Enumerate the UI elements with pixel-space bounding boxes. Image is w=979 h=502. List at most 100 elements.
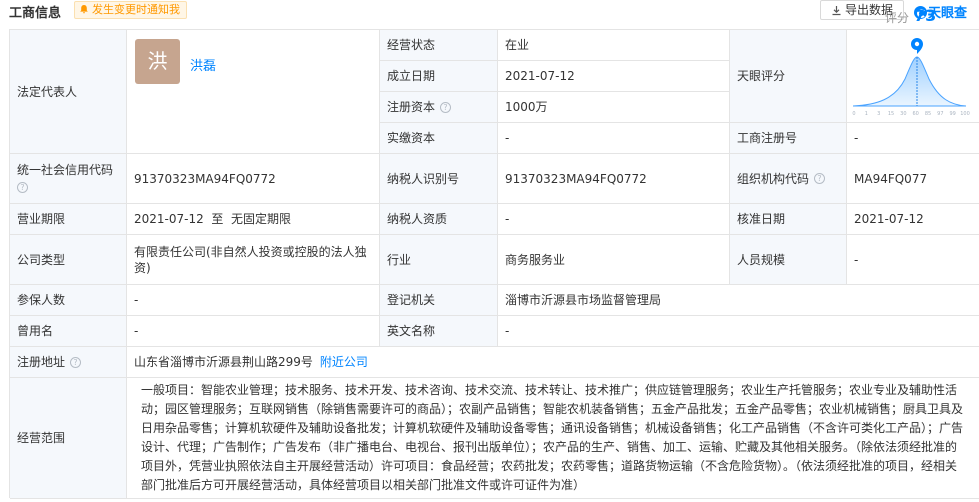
- nearby-companies-link[interactable]: 附近公司: [320, 354, 368, 370]
- help-icon[interactable]: ?: [440, 101, 452, 113]
- paid-capital-value: -: [505, 131, 510, 145]
- approve-date-label: 核准日期: [737, 212, 786, 226]
- help-icon[interactable]: ?: [70, 356, 82, 368]
- org-code-label-cell: 组织机构代码?: [730, 154, 847, 204]
- org-code-label: 组织机构代码: [737, 171, 810, 186]
- score-axis-tick: 100: [960, 111, 970, 117]
- org-code-value-cell: MA94FQ077: [847, 154, 979, 204]
- authority-value-cell: 淄博市沂源县市场监督管理局: [498, 285, 979, 316]
- authority-value: 淄博市沂源县市场监督管理局: [505, 293, 662, 307]
- staff-size-value: -: [854, 252, 859, 267]
- english-name-value: -: [505, 324, 510, 338]
- score-axis-tick: 15: [888, 111, 894, 117]
- section-header: 工商信息 发生变更时通知我 导出数据 天眼查: [0, 0, 979, 22]
- score-marker-icon: [911, 38, 923, 54]
- taxpayer-qual-label: 纳税人资质: [387, 212, 448, 226]
- former-name-value-cell: -: [127, 316, 380, 347]
- former-name-label-cell: 曾用名: [10, 316, 127, 347]
- paid-capital-label: 实缴资本: [387, 131, 436, 145]
- score-label: 评分: [885, 11, 910, 25]
- score-axis-tick: 1: [865, 111, 868, 117]
- score-axis-tick: 30: [900, 111, 906, 117]
- approve-date-value: 2021-07-12: [854, 212, 924, 226]
- avatar[interactable]: 洪: [135, 39, 180, 84]
- paid-capital-label-cell: 实缴资本: [380, 123, 498, 154]
- insured-label: 参保人数: [17, 293, 66, 307]
- org-code-value: MA94FQ077: [854, 171, 928, 186]
- former-name-value: -: [134, 324, 139, 338]
- taxpayer-qual-value: -: [505, 212, 510, 226]
- help-icon[interactable]: ?: [17, 182, 28, 193]
- insured-label-cell: 参保人数: [10, 285, 127, 316]
- staff-size-label: 人员规模: [737, 252, 786, 267]
- company-type-label: 公司类型: [17, 252, 66, 267]
- term-label: 营业期限: [17, 212, 66, 226]
- download-icon: [832, 6, 841, 16]
- biz-reg-no-label: 工商注册号: [737, 131, 798, 145]
- tianyan-score-label: 天眼评分: [737, 69, 786, 83]
- score-axis-tick: 97: [937, 111, 943, 117]
- help-icon[interactable]: ?: [814, 173, 826, 184]
- credit-code-value: 91370323MA94FQ0772: [134, 171, 276, 186]
- business-info-table: 法定代表人 洪 洪磊 经营状态 在业 天眼评分 成立日期 2021-07-12 …: [9, 29, 979, 499]
- business-scope-value-cell: 一般项目：智能农业管理；技术服务、技术开发、技术咨询、技术交流、技术转让、技术推…: [127, 378, 979, 499]
- company-type-label-cell: 公司类型: [10, 235, 127, 285]
- bell-icon: [80, 5, 88, 14]
- credit-code-label-cell: 统一社会信用代码?: [10, 154, 127, 204]
- taxpayer-id-label: 纳税人识别号: [387, 171, 460, 186]
- found-date-value: 2021-07-12: [505, 69, 575, 83]
- address-value-cell: 山东省淄博市沂源县荆山路299号 附近公司: [127, 347, 979, 378]
- address-value: 山东省淄博市沂源县荆山路299号: [134, 355, 313, 369]
- biz-reg-no-value: -: [854, 131, 859, 145]
- notify-label: 发生变更时通知我: [92, 3, 180, 16]
- status-value-cell: 在业: [498, 30, 730, 61]
- credit-code-value-cell: 91370323MA94FQ0772: [127, 154, 380, 204]
- company-type-value-cell: 有限责任公司(非自然人投资或控股的法人独资): [127, 235, 380, 285]
- business-scope-label: 经营范围: [17, 431, 66, 445]
- english-name-value-cell: -: [498, 316, 979, 347]
- insured-value: -: [134, 293, 139, 307]
- section-title: 工商信息: [9, 6, 62, 21]
- biz-reg-no-value-cell: -: [847, 123, 979, 154]
- term-value: 2021-07-12 至 无固定期限: [134, 212, 291, 226]
- legal-rep-label-cell: 法定代表人: [10, 30, 127, 154]
- credit-code-label: 统一社会信用代码: [17, 163, 114, 177]
- industry-label: 行业: [387, 252, 412, 267]
- notify-button[interactable]: 发生变更时通知我: [74, 1, 187, 19]
- tianyan-score-label-cell: 天眼评分: [730, 30, 847, 123]
- found-date-label: 成立日期: [387, 69, 436, 83]
- address-label: 注册地址: [17, 355, 66, 369]
- staff-size-label-cell: 人员规模: [730, 235, 847, 285]
- taxpayer-id-value: 91370323MA94FQ0772: [505, 171, 647, 186]
- english-name-label-cell: 英文名称: [380, 316, 498, 347]
- approve-date-label-cell: 核准日期: [730, 204, 847, 235]
- industry-value: 商务服务业: [505, 252, 566, 267]
- score-distribution-curve[interactable]: 0 1 3 15 30 60 85 97 99 100: [847, 27, 972, 119]
- staff-size-value-cell: -: [847, 235, 979, 285]
- score-axis-tick: 60: [912, 111, 918, 117]
- paid-capital-value-cell: -: [498, 123, 730, 154]
- found-date-label-cell: 成立日期: [380, 61, 498, 92]
- legal-rep-label: 法定代表人: [17, 84, 78, 99]
- authority-label-cell: 登记机关: [380, 285, 498, 316]
- score-value: 73: [914, 6, 937, 25]
- taxpayer-qual-label-cell: 纳税人资质: [380, 204, 498, 235]
- taxpayer-qual-value-cell: -: [498, 204, 730, 235]
- industry-value-cell: 商务服务业: [498, 235, 730, 285]
- status-label-cell: 经营状态: [380, 30, 498, 61]
- term-label-cell: 营业期限: [10, 204, 127, 235]
- industry-label-cell: 行业: [380, 235, 498, 285]
- status-value: 在业: [505, 38, 530, 52]
- legal-rep-name-link[interactable]: 洪磊: [190, 55, 216, 74]
- business-scope-value: 一般项目：智能农业管理；技术服务、技术开发、技术咨询、技术交流、技术转让、技术推…: [141, 383, 964, 492]
- score-axis-tick: 85: [925, 111, 931, 117]
- english-name-label: 英文名称: [387, 324, 436, 338]
- score-axis-tick: 99: [949, 111, 955, 117]
- authority-label: 登记机关: [387, 293, 436, 307]
- insured-value-cell: -: [127, 285, 380, 316]
- business-scope-label-cell: 经营范围: [10, 378, 127, 499]
- term-value-cell: 2021-07-12 至 无固定期限: [127, 204, 380, 235]
- taxpayer-id-label-cell: 纳税人识别号: [380, 154, 498, 204]
- biz-reg-no-label-cell: 工商注册号: [730, 123, 847, 154]
- found-date-value-cell: 2021-07-12: [498, 61, 730, 92]
